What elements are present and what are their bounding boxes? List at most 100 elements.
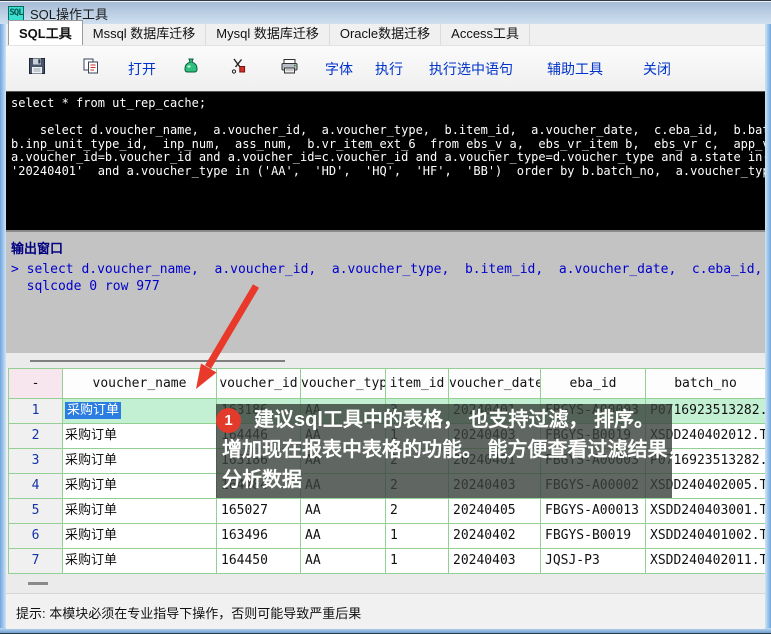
execute-button-label: 执行	[375, 59, 403, 79]
copy-icon	[82, 57, 100, 80]
tab-4[interactable]: Oracle数据迁移	[330, 21, 441, 45]
table-cell[interactable]: AA	[301, 524, 386, 549]
annotation-tooltip: 建议sql工具中的表格， 也支持过滤， 排序。增加现在报表中表格的功能。 能方便…	[216, 404, 672, 498]
table-cell[interactable]: JQSJ-P3	[541, 549, 646, 574]
sql-editor[interactable]: select * from ut_rep_cache; select d.vou…	[6, 91, 765, 230]
table-cell[interactable]: AA	[301, 549, 386, 574]
sql-editor-line	[11, 111, 765, 125]
annotation-tooltip-line: 建议sql工具中的表格， 也支持过滤， 排序。	[216, 405, 672, 435]
row-number-cell[interactable]: 1	[9, 399, 63, 424]
row-number-cell[interactable]: 5	[9, 499, 63, 524]
output-line: > select d.voucher_name, a.voucher_id, a…	[11, 261, 765, 278]
output-line: sqlcode 0 row 977	[11, 278, 765, 295]
close-button[interactable]: 关闭	[643, 59, 671, 79]
table-cell[interactable]: 采购订单	[63, 549, 217, 574]
table-cell[interactable]: 164450	[217, 549, 301, 574]
floppy-disk-icon	[28, 57, 46, 80]
flask-button[interactable]	[182, 57, 200, 80]
execute-selected-button[interactable]: 执行选中语句	[429, 59, 513, 79]
row-number-cell[interactable]: 4	[9, 474, 63, 499]
column-header-voucher_date[interactable]: voucher_date	[449, 369, 541, 399]
cut-icon	[230, 57, 248, 80]
column-header-item_id[interactable]: item_id	[386, 369, 449, 399]
table-cell[interactable]: 采购订单	[63, 524, 217, 549]
column-header-voucher_type[interactable]: voucher_type	[301, 369, 386, 399]
table-cell[interactable]: FBGYS-B0019	[541, 524, 646, 549]
column-header-[interactable]: -	[9, 369, 63, 399]
row-number-cell[interactable]: 2	[9, 424, 63, 449]
sql-editor-line: b.inp_unit_type_id, inp_num, ass_num, b.…	[11, 138, 765, 152]
output-panel: 输出窗口 > select d.voucher_name, a.voucher_…	[6, 230, 765, 353]
sql-editor-line: '20240401' and a.voucher_type in ('AA', …	[11, 165, 765, 179]
annotation-tooltip-lines: 建议sql工具中的表格， 也支持过滤， 排序。增加现在报表中表格的功能。 能方便…	[216, 405, 672, 495]
output-log: > select d.voucher_name, a.voucher_id, a…	[6, 261, 765, 295]
cut-button[interactable]	[230, 57, 248, 80]
table-cell[interactable]: XSDD240402011.TB-01	[646, 549, 765, 574]
table-cell[interactable]: 采购订单	[63, 424, 217, 449]
row-number-cell[interactable]: 3	[9, 449, 63, 474]
window-content: SQL工具Mssql 数据库迁移Mysql 数据库迁移Oracle数据迁移Acc…	[6, 24, 765, 629]
sql-editor-line: a.voucher_id=b.voucher_id and a.voucher_…	[11, 151, 765, 165]
table-row: 7采购订单164450AA120240403JQSJ-P3XSDD2404020…	[8, 549, 765, 574]
status-bar: 提示: 本模块必须在专业指导下操作，否则可能导致严重后果	[6, 593, 765, 629]
annotation-badge: 1	[216, 408, 241, 433]
output-panel-title: 输出窗口	[11, 238, 765, 257]
row-number-cell[interactable]: 6	[9, 524, 63, 549]
tab-3[interactable]: Mysql 数据库迁移	[206, 21, 330, 45]
open-button-label: 打开	[128, 59, 156, 79]
annotation-tooltip-line: 增加现在报表中表格的功能。 能方便查看过滤结果，	[216, 435, 672, 465]
font-button[interactable]: 字体	[325, 59, 353, 79]
table-header-row: -voucher_namevoucher_idvoucher_typeitem_…	[8, 369, 765, 399]
tab-strip: SQL工具Mssql 数据库迁移Mysql 数据库迁移Oracle数据迁移Acc…	[6, 24, 765, 46]
table-cell[interactable]: 2	[386, 499, 449, 524]
table-cell[interactable]: XSDD240403001.TB-01	[646, 499, 765, 524]
annotation-tooltip-line: 分析数据	[216, 465, 672, 495]
table-cell[interactable]: 165027	[217, 499, 301, 524]
table-cell[interactable]: 20240402	[449, 524, 541, 549]
table-cell[interactable]: AA	[301, 499, 386, 524]
table-cell[interactable]: FBGYS-A00013	[541, 499, 646, 524]
sql-editor-line: select * from ut_rep_cache;	[11, 97, 765, 111]
table-row: 6采购订单163496AA120240402FBGYS-B0019XSDD240…	[8, 524, 765, 549]
status-bar-text: 提示: 本模块必须在专业指导下操作，否则可能导致严重后果	[16, 606, 361, 621]
tab-2[interactable]: Mssql 数据库迁移	[83, 21, 207, 45]
table-cell[interactable]: 20240403	[449, 549, 541, 574]
table-row: 5采购订单165027AA220240405FBGYS-A00013XSDD24…	[8, 499, 765, 524]
font-button-label: 字体	[325, 59, 353, 79]
table-cell[interactable]: 采购订单	[63, 399, 217, 424]
table-cell[interactable]: 1	[386, 524, 449, 549]
close-button-label: 关闭	[643, 59, 671, 79]
table-cell[interactable]: 1	[386, 549, 449, 574]
horizontal-scrollbar[interactable]	[6, 353, 765, 368]
app-window: SQL SQL操作工具 SQL工具Mssql 数据库迁移Mysql 数据库迁移O…	[0, 0, 771, 634]
column-header-voucher_id[interactable]: voucher_id	[217, 369, 301, 399]
sql-editor-line: select d.voucher_name, a.voucher_id, a.v…	[11, 124, 765, 138]
column-header-batch_no[interactable]: batch_no	[646, 369, 765, 399]
table-cell[interactable]: 采购订单	[63, 499, 217, 524]
open-button[interactable]: 打开	[128, 59, 156, 79]
table-bottom-scrollbar-thumb[interactable]	[28, 582, 48, 585]
execute-selected-label: 执行选中语句	[429, 59, 513, 79]
save-button[interactable]	[28, 57, 46, 80]
printer-icon	[280, 57, 299, 80]
execute-button[interactable]: 执行	[375, 59, 403, 79]
row-number-cell[interactable]: 7	[9, 549, 63, 574]
helper-tools-button[interactable]: 辅助工具	[547, 59, 603, 79]
print-button[interactable]	[280, 57, 299, 80]
column-header-voucher_name[interactable]: voucher_name	[63, 369, 217, 399]
window-border-right	[765, 24, 771, 628]
tab-1[interactable]: SQL工具	[8, 20, 83, 45]
table-cell[interactable]: 163496	[217, 524, 301, 549]
app-icon: SQL	[8, 6, 24, 21]
table-cell[interactable]: 采购订单	[63, 449, 217, 474]
flask-icon	[182, 57, 200, 80]
column-header-eba_id[interactable]: eba_id	[541, 369, 646, 399]
horizontal-scrollbar-thumb[interactable]	[30, 360, 285, 362]
copy-button[interactable]	[82, 57, 100, 80]
table-bottom-scrollbar[interactable]	[6, 574, 765, 593]
toolbar: 打开 字体 执行	[6, 46, 765, 91]
table-cell[interactable]: 20240405	[449, 499, 541, 524]
table-cell[interactable]: 采购订单	[63, 474, 217, 499]
table-cell[interactable]: XSDD240401002.TB-01	[646, 524, 765, 549]
tab-5[interactable]: Access工具	[441, 21, 530, 45]
